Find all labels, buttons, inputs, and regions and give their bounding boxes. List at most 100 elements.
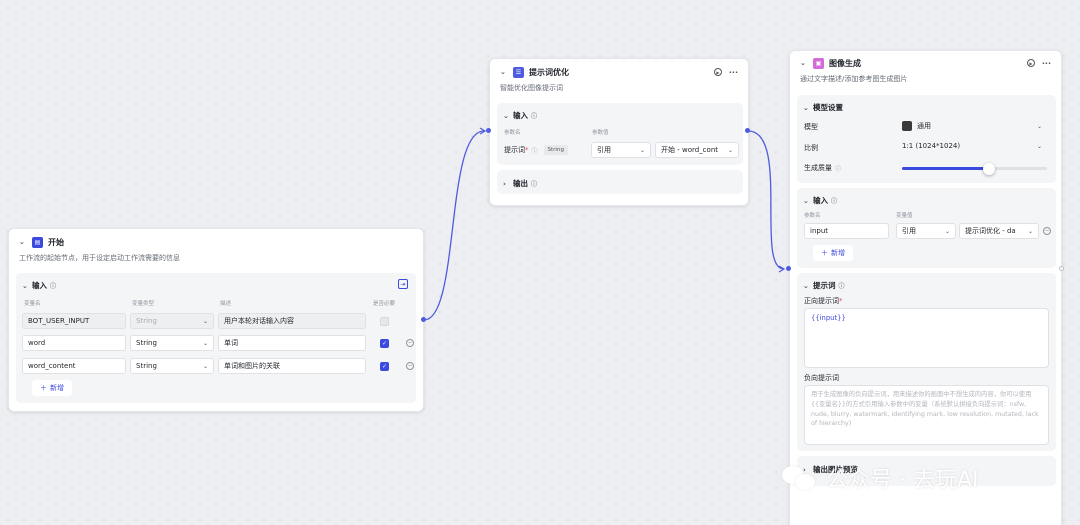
play-icon[interactable]: ▶ <box>713 68 722 76</box>
image-input-panel: ⌄ 输入 ⓘ 参数名 变量值 input 引用 ⌄ 提示词优化 - da ⌄ − ＋… <box>797 188 1056 268</box>
variable-type-select[interactable]: String ⌄ <box>130 335 214 351</box>
quality-slider-fill <box>902 167 989 170</box>
image-output-port[interactable] <box>1059 266 1064 271</box>
variable-desc-field[interactable]: 单词 <box>218 335 366 351</box>
collapse-chevron-icon[interactable]: ⌄ <box>803 104 813 112</box>
add-variable-button[interactable]: ＋新增 <box>32 380 72 396</box>
collapse-chevron-icon[interactable]: ⌄ <box>19 238 29 246</box>
chevron-down-icon: ⌄ <box>202 317 208 325</box>
prompt-input-panel: ⌄ 输入 ⓘ 参数名 参数值 提示词 * ⓘ String 引用 ⌄ 开始 - w… <box>497 103 743 165</box>
positive-prompt-label: 正向提示词 <box>804 297 839 305</box>
model-label: 模型 <box>804 123 818 131</box>
plus-icon: ＋ <box>821 249 828 257</box>
collapse-chevron-icon[interactable]: ⌄ <box>803 197 813 205</box>
chevron-down-icon: ⌄ <box>944 227 950 235</box>
more-icon[interactable]: ··· <box>1042 59 1051 68</box>
column-header: 参数名 <box>804 213 821 219</box>
positive-prompt-textarea[interactable]: {{input}} <box>804 308 1049 368</box>
import-icon[interactable]: ⇥ <box>398 279 408 289</box>
model-avatar <box>902 121 912 131</box>
info-icon: ⓘ <box>835 165 842 173</box>
required-checkbox[interactable]: ✓ <box>380 362 389 371</box>
chevron-down-icon: ⌄ <box>202 362 208 370</box>
collapse-chevron-icon[interactable]: ⌄ <box>803 282 813 290</box>
watermark-text: 公众号 · 去玩AI <box>826 468 979 493</box>
collapse-chevron-icon[interactable]: ⌄ <box>22 282 32 290</box>
list-icon: ☰ <box>513 66 524 78</box>
reference-select[interactable]: 引用 ⌄ <box>591 142 651 158</box>
variable-name-field: BOT_USER_INPUT <box>22 313 126 329</box>
column-header: 参数值 <box>592 130 609 136</box>
variable-name-field[interactable]: word_content <box>22 358 126 374</box>
variable-desc-field[interactable]: 单词和图片的关联 <box>218 358 366 374</box>
param-label: 提示词 <box>504 146 525 154</box>
collapse-chevron-icon[interactable]: ⌄ <box>503 112 513 120</box>
column-header: 是否必要 <box>373 301 396 307</box>
variable-value-select[interactable]: 提示词优化 - da ⌄ <box>959 223 1039 239</box>
remove-row-icon[interactable]: − <box>406 339 414 347</box>
column-header: 参数名 <box>504 130 521 136</box>
reference-select[interactable]: 引用 ⌄ <box>896 223 956 239</box>
variable-desc-field: 用户本轮对话输入内容 <box>218 313 366 329</box>
image-prompt-panel: ⌄ 提示词 ⓘ 正向提示词* {{input}} 负向提示词 用于生成图像的负向… <box>797 273 1056 451</box>
chevron-down-icon: ⌄ <box>202 339 208 347</box>
variable-name-field[interactable]: word <box>22 335 126 351</box>
info-icon: ⓘ <box>838 283 845 290</box>
quality-label: 生成质量 <box>804 164 832 172</box>
input-name-field[interactable]: input <box>804 223 889 239</box>
chevron-down-icon: ⌄ <box>1036 122 1042 130</box>
expand-chevron-icon[interactable]: › <box>503 180 513 188</box>
info-icon: ⓘ <box>831 198 838 205</box>
play-icon[interactable]: ▶ <box>1026 59 1035 67</box>
variable-type-select: String ⌄ <box>130 313 214 329</box>
required-checkbox[interactable]: ✓ <box>380 339 389 348</box>
chevron-down-icon: ⌄ <box>1036 142 1042 150</box>
collapse-chevron-icon[interactable]: ⌄ <box>500 68 510 76</box>
prompt-optimize-node[interactable]: ⌄ ☰ 提示词优化 ▶ ··· 智能优化图像提示词 ⌄ 输入 ⓘ 参数名 参数值… <box>489 58 749 206</box>
ratio-select[interactable]: 1:1 (1024*1024) ⌄ <box>897 138 1047 154</box>
prompt-node-desc: 智能优化图像提示词 <box>500 84 563 92</box>
more-icon[interactable]: ··· <box>729 68 738 77</box>
edge-start-to-prompt <box>423 130 485 321</box>
image-node-desc: 通过文字描述/添加参考图生成图片 <box>800 75 908 83</box>
prompt-output-panel[interactable]: › 输出 ⓘ <box>497 170 743 194</box>
plus-icon: ＋ <box>40 384 47 392</box>
column-header: 变量类型 <box>132 301 155 307</box>
section-title: 提示词 <box>813 281 836 290</box>
model-select[interactable]: 通用 ⌄ <box>897 118 1047 134</box>
quality-slider-thumb[interactable] <box>983 163 995 175</box>
prompt-output-port[interactable] <box>745 128 750 133</box>
variable-value-select[interactable]: 开始 - word_cont ⌄ <box>655 142 739 158</box>
chevron-down-icon: ⌄ <box>727 146 733 154</box>
prompt-node-title: 提示词优化 <box>529 67 569 77</box>
info-icon: ⓘ <box>531 181 538 188</box>
add-input-button[interactable]: ＋新增 <box>813 245 853 261</box>
prompt-input-port[interactable] <box>486 128 491 133</box>
start-output-port[interactable] <box>421 317 426 322</box>
start-input-panel: ⌄ 输入 ⓘ ⇥ 变量名 变量类型 描述 是否必要 BOT_USER_INPUT… <box>16 273 416 403</box>
image-input-port[interactable] <box>786 266 791 271</box>
section-title: 输入 <box>513 111 528 120</box>
section-title: 输入 <box>32 281 47 290</box>
negative-prompt-textarea[interactable]: 用于生成图像的负向提示词，用来描述你的画面中不想生成的内容，你可以使用{{变量名… <box>804 385 1049 445</box>
variable-type-select[interactable]: String ⌄ <box>130 358 214 374</box>
start-node-title: 开始 <box>48 237 64 247</box>
column-header: 变量名 <box>24 301 41 307</box>
info-icon: ⓘ <box>531 147 538 155</box>
column-header: 变量值 <box>896 213 913 219</box>
type-badge: String <box>543 145 568 155</box>
edge-prompt-to-image <box>747 130 785 270</box>
section-title: 输入 <box>813 196 828 205</box>
section-title: 输出 <box>513 179 528 188</box>
info-icon: ⓘ <box>531 113 538 120</box>
image-node-title: 图像生成 <box>829 58 861 68</box>
model-settings-panel: ⌄ 模型设置 模型 通用 ⌄ 比例 1:1 (1024*1024) ⌄ 生成质量 ⓘ <box>797 95 1056 183</box>
remove-row-icon[interactable]: − <box>1043 227 1051 235</box>
section-title: 模型设置 <box>813 103 843 112</box>
info-icon: ⓘ <box>50 283 57 290</box>
ratio-label: 比例 <box>804 144 818 152</box>
collapse-chevron-icon[interactable]: ⌄ <box>800 59 810 67</box>
remove-row-icon[interactable]: − <box>406 362 414 370</box>
image-generation-node[interactable]: ⌄ ▣ 图像生成 ▶ ··· 通过文字描述/添加参考图生成图片 ⌄ 模型设置 模… <box>789 50 1062 525</box>
start-node[interactable]: ⌄ ▤ 开始 工作流的起始节点，用于设定启动工作流需要的信息 ⌄ 输入 ⓘ ⇥ … <box>8 228 424 412</box>
